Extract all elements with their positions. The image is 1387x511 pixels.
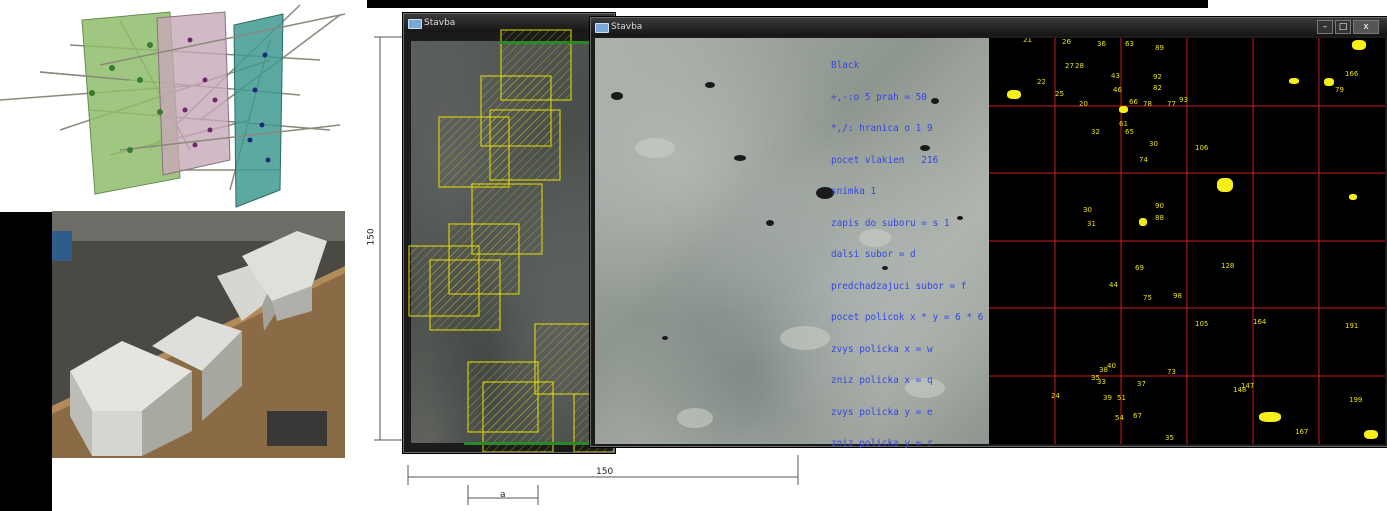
fiber-label: 71	[1139, 218, 1148, 226]
fiber-label: 75	[1143, 294, 1152, 302]
fiber-label: 128	[1221, 262, 1235, 270]
dimension-horizontal-label: 150	[596, 467, 614, 477]
fiber-blob	[1217, 178, 1233, 192]
screenshot-top-edge	[367, 0, 1208, 8]
fiber-label: 26	[1062, 38, 1071, 46]
plane-teal	[233, 13, 284, 208]
fiber-label: 79	[1335, 86, 1344, 94]
maximize-button[interactable]: □	[1335, 20, 1351, 34]
overlay-line: zniz policka y = r	[831, 438, 933, 449]
fiber-blob	[1289, 78, 1299, 84]
fiber-label: 167	[1295, 428, 1309, 436]
fiber-label: 166	[1345, 70, 1359, 78]
fiber-label: 35	[1165, 434, 1174, 442]
fiber-label: 73	[1167, 368, 1176, 376]
overlay-line: *,/: hranica o 1 9	[831, 123, 933, 134]
overlay-line: zvys policka x = w	[831, 343, 933, 355]
fiber-label: 92	[1153, 73, 1162, 81]
minimize-button[interactable]: –	[1317, 20, 1333, 34]
overlay-line: pocet vlakien 216	[831, 154, 939, 166]
fiber-label: 38	[1099, 366, 1108, 374]
fiber-label: 22	[1037, 78, 1046, 86]
fiber-label: 147	[1241, 382, 1255, 390]
back-window[interactable]: Stavba	[403, 13, 615, 453]
fiber-label: 37	[1137, 380, 1146, 388]
fiber-blob	[1324, 78, 1334, 86]
fiber-label: 98	[1173, 292, 1182, 300]
fiber-label: 61	[1119, 120, 1128, 128]
close-button[interactable]: x	[1353, 20, 1379, 34]
overlay-line: dalsi subor = d	[831, 249, 916, 260]
app-icon	[595, 23, 609, 33]
fiber-label: 51	[1117, 394, 1126, 402]
fiber-label: 30	[1083, 206, 1092, 214]
fiber-label: 77	[1167, 100, 1176, 108]
overlay-line: zapis do suboru = s 1	[831, 217, 950, 229]
fiber-label: 78	[1143, 100, 1152, 108]
fiber-blob	[1007, 90, 1021, 99]
fiber-label: 69	[1135, 264, 1144, 272]
fiber-label: 33	[1097, 378, 1106, 386]
fiber-label: 82	[1153, 84, 1162, 92]
fiber-label: 20	[1079, 100, 1088, 108]
selection-squares	[408, 29, 614, 452]
front-window[interactable]: Stavba – □ x Black +,-:o 5 prah = 50 *,/…	[590, 17, 1387, 449]
overlay-help-text: Black +,-:o 5 prah = 50 *,/: hranica o 1…	[831, 40, 983, 471]
overlay-line: pocet policok x * y = 6 * 6	[831, 312, 984, 323]
fiber-label: 88	[1155, 214, 1164, 222]
fiber-blob	[1119, 106, 1128, 113]
section-planes-diagram	[0, 4, 346, 208]
fiber-label: 27	[1065, 62, 1074, 70]
fiber-label: 46	[1113, 86, 1122, 94]
fiber-label: 40	[1107, 362, 1116, 370]
dimension-cell-label: a	[500, 490, 506, 500]
fiber-label: 44	[1109, 281, 1118, 289]
fiber-label: 31	[1087, 220, 1096, 228]
fiber-label: 67	[1133, 412, 1142, 420]
section-image: Black +,-:o 5 prah = 50 *,/: hranica o 1…	[595, 38, 989, 449]
fiber-label: 105	[1195, 320, 1209, 328]
fiber-label: 199	[1349, 396, 1363, 404]
dimension-vertical-label: 150	[366, 228, 377, 246]
fiber-label: 21	[1023, 38, 1032, 44]
fiber-blob	[1352, 40, 1366, 50]
front-window-title: Stavba	[611, 22, 643, 32]
overlay-line: zvys policka y = e	[831, 406, 933, 418]
fiber-label: 54	[1115, 414, 1124, 422]
fiber-label: 28	[1075, 62, 1084, 70]
overlay-line: predchadzajuci subor = f	[831, 280, 967, 292]
fiber-label: 24	[1051, 392, 1060, 400]
fiber-label: 191	[1345, 322, 1359, 330]
fiber-label: 36	[1097, 40, 1106, 48]
concrete-specimens-photo	[52, 211, 345, 458]
fiber-label: 63	[1125, 40, 1134, 48]
fiber-label: 93	[1179, 96, 1188, 104]
fiber-label: 39	[1103, 394, 1112, 402]
fiber-label: 65	[1125, 128, 1134, 136]
fiber-label: 30	[1149, 140, 1158, 148]
plane-pink	[156, 11, 231, 176]
fiber-label: 32	[1091, 128, 1100, 136]
overlay-line: +,-:o 5 prah = 50	[831, 91, 927, 103]
overlay-line: zniz policka x = q	[831, 375, 933, 386]
fiber-label: 66	[1129, 98, 1138, 106]
overlay-line: snimka 1	[831, 186, 877, 197]
fiber-label: 43	[1111, 72, 1120, 80]
fiber-blob	[1349, 194, 1357, 200]
fiber-label: 25	[1055, 90, 1064, 98]
fiber-label: 106	[1195, 144, 1209, 152]
fiber-label: 90	[1155, 202, 1164, 210]
fiber-label: 74	[1139, 156, 1148, 164]
fiber-map[interactable]: 21 26 36 63 89 27 28 43 92 46 82 78 22 2…	[989, 38, 1385, 444]
overlay-line: Black	[831, 60, 860, 71]
front-window-titlebar[interactable]: Stavba – □ x	[591, 18, 1387, 36]
photo-border	[0, 212, 52, 511]
fiber-blob	[1364, 430, 1378, 439]
fiber-label: 89	[1155, 44, 1164, 52]
fiber-blob	[1259, 412, 1281, 422]
fiber-label: 164	[1253, 318, 1267, 326]
